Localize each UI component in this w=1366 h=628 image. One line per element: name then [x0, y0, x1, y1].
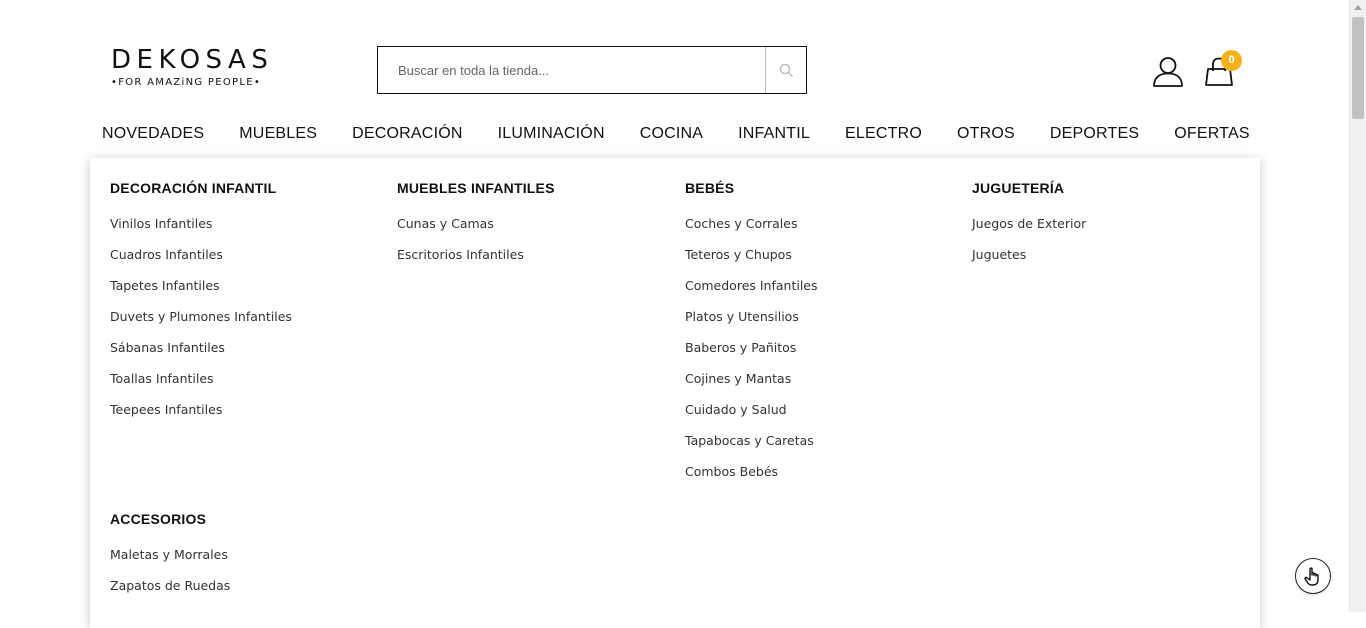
search-bar	[377, 46, 807, 94]
menu-link[interactable]: Cuidado y Salud	[685, 401, 965, 432]
menu-column-accesorios: ACCESORIOS Maletas y Morrales Zapatos de…	[110, 511, 390, 608]
menu-link[interactable]: Coches y Corrales	[685, 215, 965, 246]
nav-muebles[interactable]: MUEBLES	[239, 125, 317, 147]
menu-heading[interactable]: MUEBLES INFANTILES	[397, 180, 677, 197]
logo-brand: DEKOSAS	[111, 45, 274, 75]
page: DEKOSAS •FOR AMAZiNG PEOPLE• 0 NOVEDADES…	[0, 0, 1349, 628]
menu-link[interactable]: Vinilos Infantiles	[110, 215, 390, 246]
main-nav: NOVEDADES MUEBLES DECORACIÓN ILUMINACIÓN…	[102, 125, 1285, 147]
menu-link[interactable]: Tapabocas y Caretas	[685, 432, 965, 463]
menu-link[interactable]: Cunas y Camas	[397, 215, 677, 246]
logo-tagline: •FOR AMAZiNG PEOPLE•	[111, 77, 262, 88]
menu-heading[interactable]: JUGUETERÍA	[972, 180, 1252, 197]
nav-cocina[interactable]: COCINA	[640, 125, 703, 147]
menu-link[interactable]: Juguetes	[972, 246, 1252, 277]
menu-link[interactable]: Cojines y Mantas	[685, 370, 965, 401]
menu-link[interactable]: Sábanas Infantiles	[110, 339, 390, 370]
search-button[interactable]	[765, 47, 806, 93]
cart-count-badge: 0	[1221, 50, 1242, 71]
user-icon	[1153, 57, 1183, 87]
menu-link[interactable]: Duvets y Plumones Infantiles	[110, 308, 390, 339]
scrollbar-thumb[interactable]	[1352, 17, 1364, 119]
menu-heading[interactable]: BEBÉS	[685, 180, 965, 197]
infantil-mega-menu: DECORACIÓN INFANTIL Vinilos Infantiles C…	[90, 158, 1260, 628]
menu-link[interactable]: Maletas y Morrales	[110, 546, 390, 577]
nav-deportes[interactable]: DEPORTES	[1050, 125, 1139, 147]
accessibility-button[interactable]	[1295, 558, 1331, 594]
menu-column-jugueteria: JUGUETERÍA Juegos de Exterior Juguetes	[972, 180, 1252, 277]
nav-otros[interactable]: OTROS	[957, 125, 1015, 147]
menu-link[interactable]: Platos y Utensilios	[685, 308, 965, 339]
menu-link[interactable]: Comedores Infantiles	[685, 277, 965, 308]
nav-electro[interactable]: ELECTRO	[845, 125, 922, 147]
menu-link[interactable]: Cuadros Infantiles	[110, 246, 390, 277]
menu-link[interactable]: Teteros y Chupos	[685, 246, 965, 277]
scroll-up-arrow-icon[interactable]	[1354, 5, 1362, 10]
nav-ofertas[interactable]: OFERTAS	[1174, 125, 1250, 147]
menu-link[interactable]: Toallas Infantiles	[110, 370, 390, 401]
menu-column-decoracion-infantil: DECORACIÓN INFANTIL Vinilos Infantiles C…	[110, 180, 390, 432]
pointer-hand-icon	[1304, 567, 1319, 586]
menu-heading[interactable]: DECORACIÓN INFANTIL	[110, 180, 390, 197]
nav-iluminacion[interactable]: ILUMINACIÓN	[498, 125, 605, 147]
menu-link[interactable]: Tapetes Infantiles	[110, 277, 390, 308]
page-scrollbar[interactable]	[1349, 0, 1366, 612]
nav-decoracion[interactable]: DECORACIÓN	[352, 125, 462, 147]
menu-column-muebles-infantiles: MUEBLES INFANTILES Cunas y Camas Escrito…	[397, 180, 677, 277]
search-icon	[779, 63, 793, 77]
menu-link[interactable]: Zapatos de Ruedas	[110, 577, 390, 608]
nav-novedades[interactable]: NOVEDADES	[102, 125, 204, 147]
nav-infantil[interactable]: INFANTIL	[738, 125, 810, 147]
account-button[interactable]	[1151, 55, 1185, 89]
menu-heading[interactable]: ACCESORIOS	[110, 511, 390, 528]
search-input[interactable]	[378, 47, 765, 93]
menu-link[interactable]: Escritorios Infantiles	[397, 246, 677, 277]
menu-link[interactable]: Baberos y Pañitos	[685, 339, 965, 370]
menu-link[interactable]: Juegos de Exterior	[972, 215, 1252, 246]
site-logo[interactable]: DEKOSAS •FOR AMAZiNG PEOPLE•	[111, 46, 293, 88]
menu-link[interactable]: Teepees Infantiles	[110, 401, 390, 432]
menu-column-bebes: BEBÉS Coches y Corrales Teteros y Chupos…	[685, 180, 965, 494]
menu-link[interactable]: Combos Bebés	[685, 463, 965, 494]
